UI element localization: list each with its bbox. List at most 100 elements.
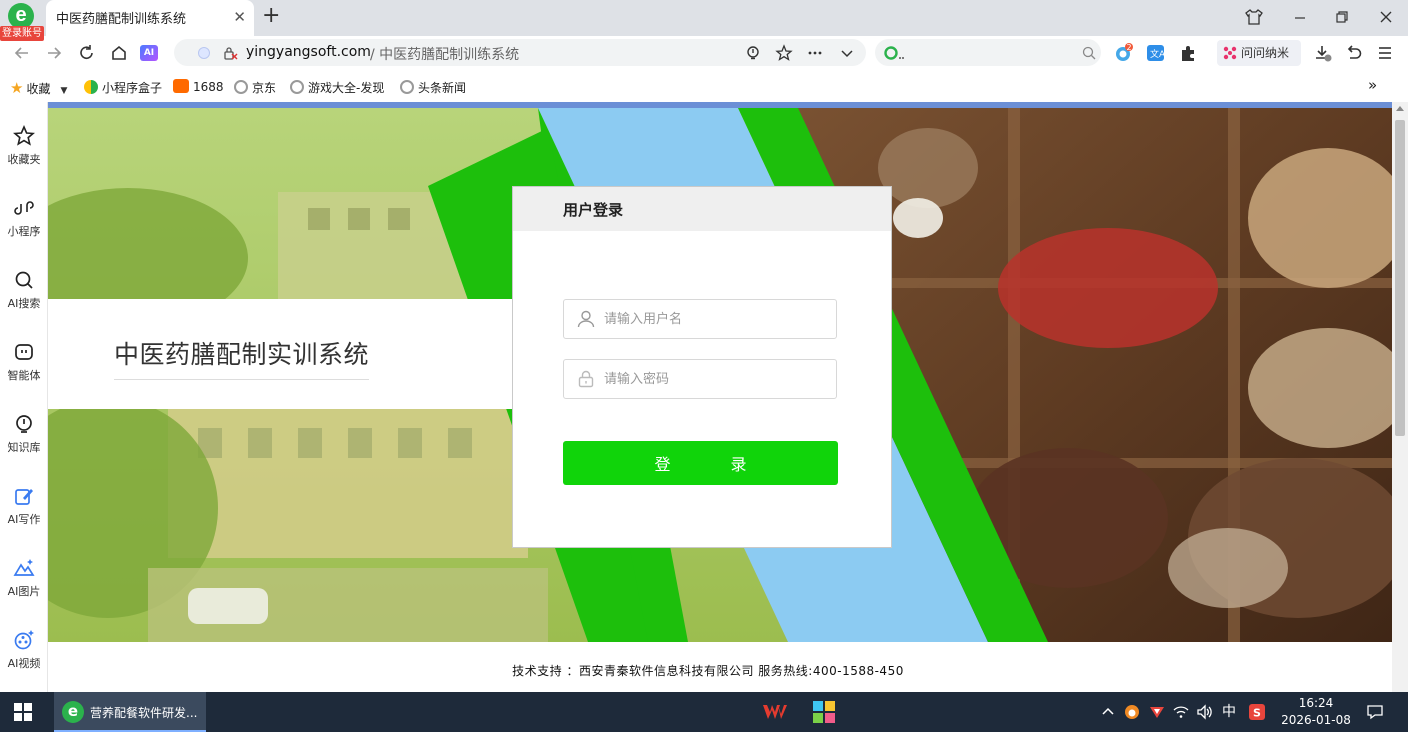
nami-icon [1223, 46, 1237, 60]
download-icon[interactable] [1313, 43, 1333, 63]
globe-icon [234, 80, 248, 94]
home-button[interactable] [107, 42, 131, 64]
restore-button[interactable] [1330, 6, 1354, 30]
address-bar[interactable]: yingyangsoft.com / 中医药膳配制训练系统 [174, 39, 866, 66]
tray-expand-icon[interactable] [1099, 703, 1117, 721]
sidebar-item-ai-image[interactable]: AI图片 [0, 556, 48, 616]
forward-button[interactable] [42, 42, 66, 64]
bookmarks-bar: ★ 收藏 ▼ 小程序盒子 1688 京东 游戏大全-发现 头条新闻 » [0, 72, 1408, 102]
reload-button[interactable] [75, 42, 99, 64]
search-icon [15, 271, 33, 289]
url-domain: yingyangsoft.com [246, 44, 371, 60]
password-field[interactable] [563, 359, 837, 399]
video-icon [14, 630, 34, 650]
sidebar-item-ai-search[interactable]: AI搜索 [0, 268, 48, 328]
scroll-up-icon[interactable] [1396, 106, 1404, 111]
extension-badge-icon[interactable]: 2 [1114, 43, 1134, 63]
active-tab[interactable]: 中医药膳配制训练系统 ✕ [46, 0, 254, 36]
page-scrollbar[interactable] [1392, 102, 1408, 692]
caret-down-icon[interactable]: ▼ [60, 86, 67, 96]
star-outline-icon [13, 124, 35, 146]
svg-text:文A: 文A [1150, 48, 1166, 60]
sidebar-item-ai-write[interactable]: AI写作 [0, 484, 48, 544]
agent-icon [15, 344, 33, 360]
bookmark-jd[interactable]: 京东 [234, 79, 276, 96]
tray-security-icon[interactable] [1148, 703, 1166, 721]
sidebar-item-agent[interactable]: 智能体 [0, 340, 48, 400]
footer-support-text: 技术支持 ：西安青秦软件信息科技有限公司 服务热线:400-1588-450 [512, 664, 904, 678]
minimize-button[interactable] [1288, 6, 1312, 30]
translate-icon[interactable]: 文A [1146, 43, 1166, 63]
system-title: 中医药膳配制实训系统 [114, 335, 370, 380]
globe-icon [290, 80, 304, 94]
undo-icon[interactable] [1344, 43, 1364, 63]
star-icon: ★ [10, 79, 24, 97]
bookmarks-overflow-icon[interactable]: » [1368, 76, 1377, 94]
page-viewport: 中医药膳配制实训系统 用户登录 登录 技术支持 ：西安青秦软件信息科技有限公司 … [48, 102, 1392, 692]
knowledge-icon [16, 415, 32, 433]
lock-icon [578, 370, 594, 388]
windows-start-icon[interactable] [14, 703, 32, 721]
tab-strip: e 登录账号 中医药膳配制训练系统 ✕ + [0, 0, 1408, 41]
write-icon [15, 489, 33, 505]
windows-taskbar: e 营养配餐软件研发... 中 S 16:24 2026-01-08 [0, 692, 1408, 732]
tab-title: 中医药膳配制训练系统 [56, 12, 187, 27]
tab-close-icon[interactable]: ✕ [233, 8, 246, 26]
bookmark-toutiao[interactable]: 头条新闻 [400, 79, 466, 96]
clock-date: 2026-01-08 [1281, 713, 1351, 727]
login-button[interactable]: 登录 [563, 441, 838, 485]
taskbar-clock[interactable]: 16:24 2026-01-08 [1278, 695, 1354, 729]
close-window-button[interactable] [1374, 6, 1398, 30]
puzzle-icon[interactable] [1178, 43, 1198, 63]
insecure-lock-icon[interactable] [222, 45, 238, 61]
chevron-down-icon[interactable] [838, 44, 856, 62]
more-icon[interactable] [806, 44, 824, 62]
username-input[interactable] [604, 309, 824, 329]
login-account-badge[interactable]: 登录账号 [0, 26, 44, 41]
miniprogram-icon [14, 201, 34, 215]
username-field[interactable] [563, 299, 837, 339]
volume-icon[interactable] [1196, 703, 1214, 721]
search-icon[interactable] [1081, 45, 1097, 61]
tshirt-icon[interactable] [1242, 6, 1266, 30]
browser-logo[interactable]: e 登录账号 [0, 0, 46, 41]
site-icon [198, 47, 210, 59]
wifi-icon[interactable] [1172, 703, 1190, 721]
bulb-icon[interactable] [744, 44, 762, 62]
login-card: 用户登录 登录 [512, 186, 892, 548]
search-box[interactable] [875, 39, 1101, 66]
new-tab-button[interactable]: + [262, 4, 280, 28]
sidebar-item-miniprogram[interactable]: 小程序 [0, 196, 48, 256]
search-engine-icon [884, 46, 904, 60]
1688-icon [173, 79, 189, 93]
sidebar-item-ai-video[interactable]: AI视频 [0, 628, 48, 688]
notification-icon[interactable] [1366, 703, 1384, 721]
wps-icon[interactable] [762, 702, 788, 722]
scrollbar-thumb[interactable] [1395, 120, 1405, 436]
ime-indicator[interactable]: 中 [1220, 703, 1238, 721]
sidebar-item-knowledge[interactable]: 知识库 [0, 412, 48, 472]
url-path: / 中医药膳配制训练系统 [370, 47, 520, 63]
bookmark-1688[interactable]: 1688 [173, 79, 224, 94]
browser-app-icon: e [62, 701, 84, 723]
title-strip: 中医药膳配制实训系统 [48, 299, 512, 409]
menu-icon[interactable] [1375, 43, 1395, 63]
taskbar-browser-app[interactable]: e 营养配餐软件研发... [54, 692, 206, 732]
tray-app-icon[interactable] [1123, 703, 1141, 721]
login-title: 用户登录 [513, 187, 891, 231]
svg-text:S: S [1253, 707, 1261, 720]
bookmark-games[interactable]: 游戏大全-发现 [290, 79, 384, 96]
clock-time: 16:24 [1298, 696, 1334, 710]
sogou-ime-icon[interactable]: S [1248, 703, 1266, 721]
sidebar-item-favorites[interactable]: 收藏夹 [0, 124, 48, 184]
bookmark-favorites[interactable]: ★ 收藏 ▼ [10, 79, 67, 97]
ai-assistant-icon[interactable]: AI [140, 45, 158, 61]
bookmark-miniapp-box[interactable]: 小程序盒子 [84, 79, 162, 96]
bookmark-star-icon[interactable] [775, 44, 793, 62]
image-icon [13, 559, 35, 576]
password-input[interactable] [604, 369, 824, 389]
colorful-app-icon[interactable] [812, 700, 836, 724]
browser-sidebar: 收藏夹 小程序 AI搜索 智能体 知识库 AI写作 AI图片 AI视频 [0, 102, 48, 692]
globe-icon [400, 80, 414, 94]
back-button[interactable] [10, 42, 34, 64]
